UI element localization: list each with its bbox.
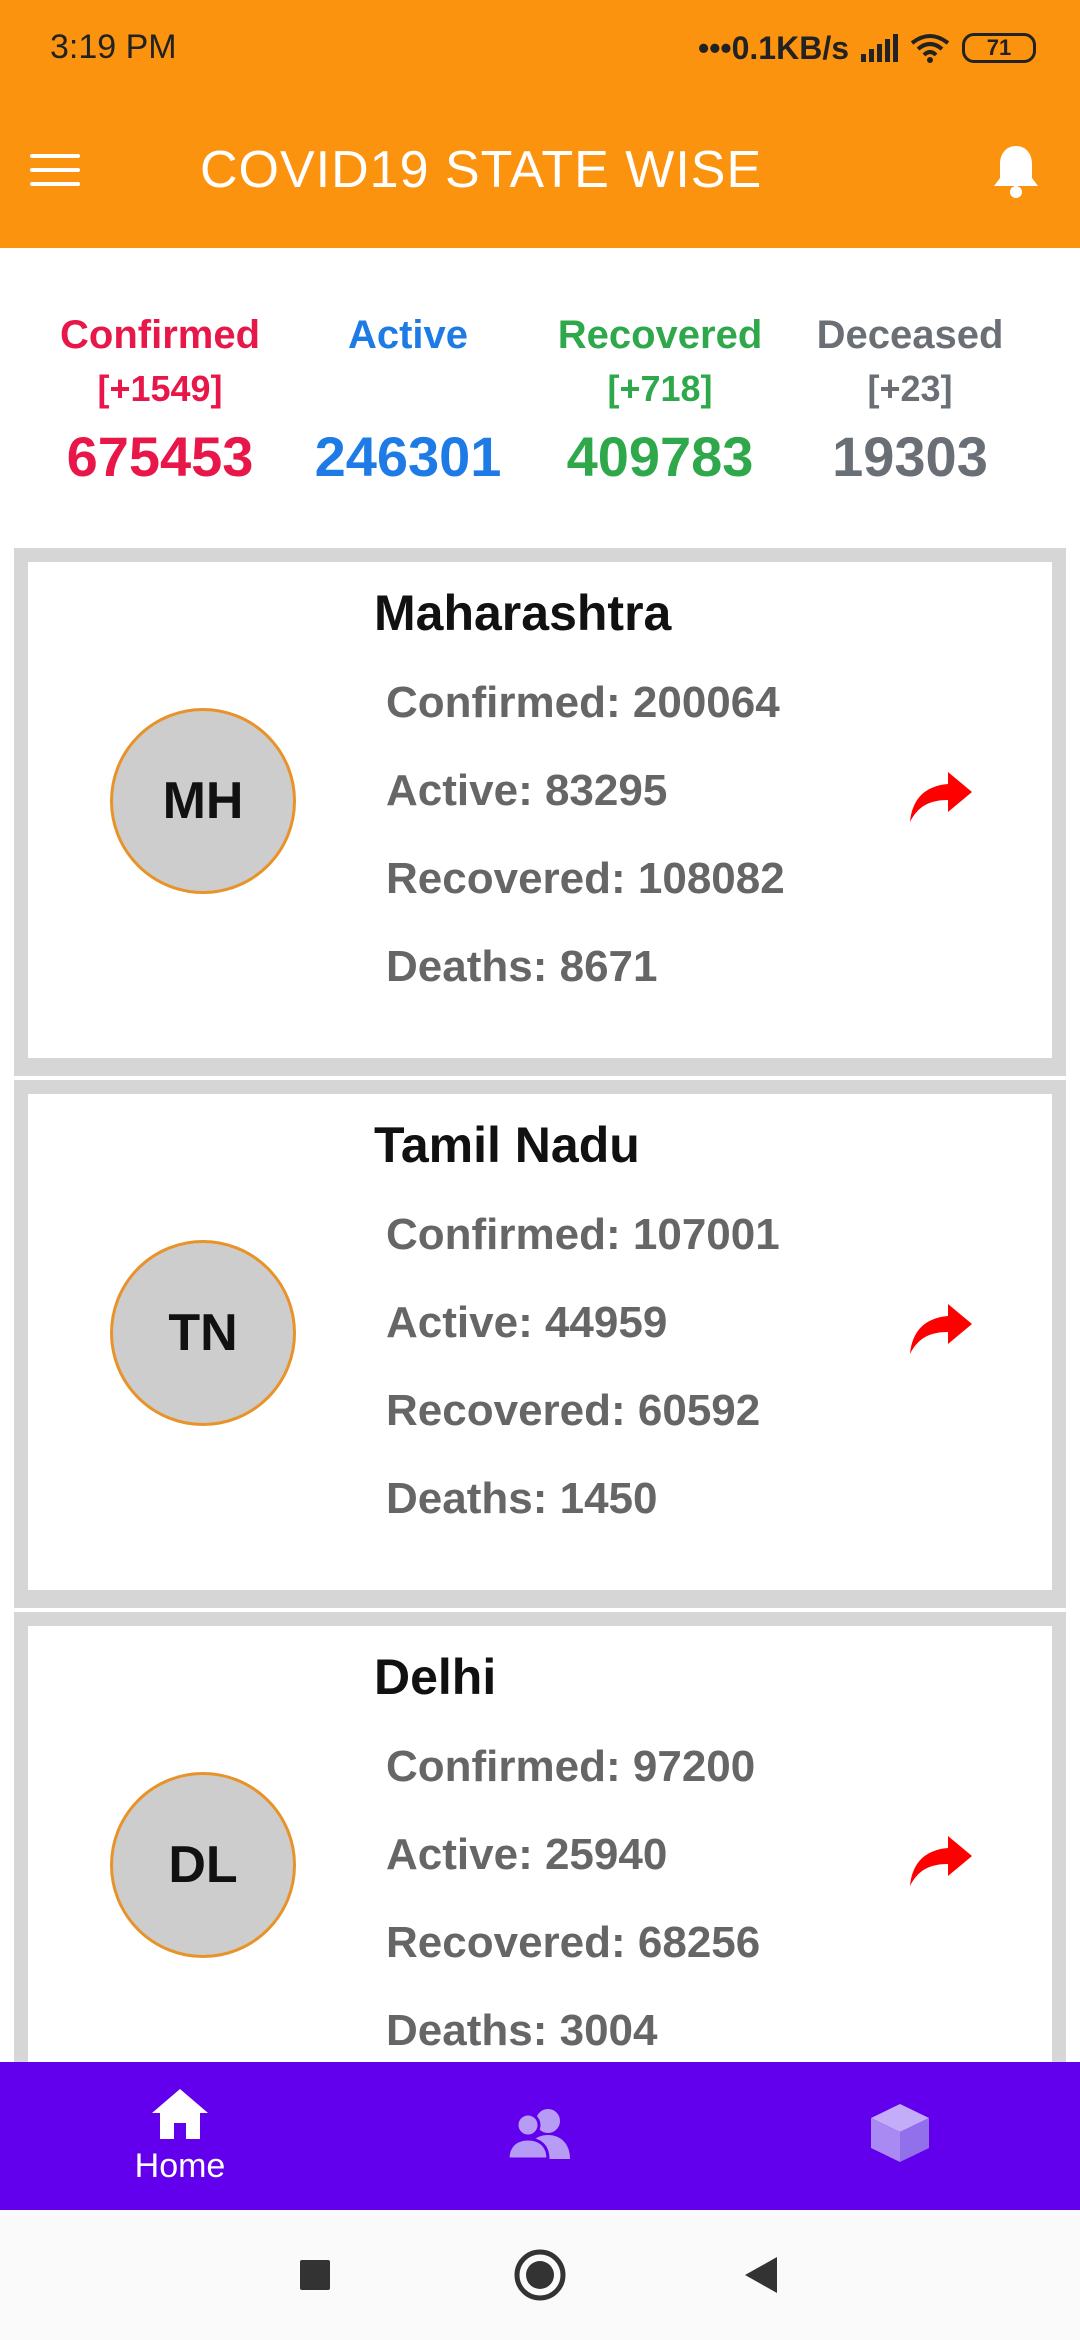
summary-label: Deceased — [816, 313, 1004, 357]
summary-label: Recovered — [557, 313, 763, 357]
state-deaths: Deaths: 8671 — [386, 942, 658, 991]
status-time: 3:19 PM — [50, 28, 177, 66]
signal-icon — [861, 34, 898, 62]
state-code-avatar: MH — [110, 708, 296, 894]
share-arrow-icon[interactable] — [908, 770, 974, 824]
state-name: Tamil Nadu — [374, 1117, 640, 1173]
state-deaths: Deaths: 3004 — [386, 2006, 658, 2055]
summary-delta — [293, 362, 523, 416]
summary-confirmed: Confirmed [+1549] 675453 — [45, 308, 275, 492]
summary-label: Confirmed — [60, 313, 260, 357]
bell-icon[interactable] — [990, 142, 1042, 200]
menu-icon[interactable] — [30, 154, 80, 188]
state-active: Active: 25940 — [386, 1830, 668, 1879]
state-active: Active: 44959 — [386, 1298, 668, 1347]
state-card-wrapper: Tamil Nadu TN Confirmed: 107001 Active: … — [14, 1080, 1066, 1608]
back-button[interactable] — [700, 2210, 820, 2340]
home-icon — [152, 2088, 208, 2139]
nav-item-home[interactable]: Home — [0, 2062, 360, 2210]
summary-delta: [+718] — [607, 368, 713, 409]
cube-icon — [871, 2104, 929, 2162]
square-icon — [300, 2260, 330, 2290]
circle-icon — [514, 2249, 566, 2301]
state-recovered: Recovered: 60592 — [386, 1386, 761, 1435]
system-navigation-bar — [0, 2210, 1080, 2340]
back-triangle-icon — [745, 2257, 777, 2293]
bottom-navigation: Home — [0, 2062, 1080, 2210]
summary-active: Active 246301 — [293, 308, 523, 492]
top-bar: 3:19 PM •••0.1KB/s 71 COVID19 STATE WISE — [0, 0, 1080, 248]
state-card[interactable]: Delhi DL Confirmed: 97200 Active: 25940 … — [28, 1626, 1052, 2062]
share-arrow-icon[interactable] — [908, 1834, 974, 1888]
state-recovered: Recovered: 68256 — [386, 1918, 761, 1967]
summary-value: 19303 — [832, 425, 988, 488]
state-list[interactable]: Maharashtra MH Confirmed: 200064 Active:… — [14, 548, 1066, 2062]
state-card[interactable]: Maharashtra MH Confirmed: 200064 Active:… — [28, 562, 1052, 1058]
nav-label-home: Home — [134, 2146, 226, 2185]
state-deaths: Deaths: 1450 — [386, 1474, 658, 1523]
status-bar: 3:19 PM •••0.1KB/s 71 — [0, 0, 1080, 98]
summary-recovered: Recovered [+718] 409783 — [545, 308, 775, 492]
app-title: COVID19 STATE WISE — [200, 141, 763, 199]
state-recovered: Recovered: 108082 — [386, 854, 785, 903]
share-arrow-icon[interactable] — [908, 1302, 974, 1356]
summary-delta: [+1549] — [97, 368, 223, 409]
battery-icon: 71 — [962, 33, 1036, 63]
summary-value: 409783 — [566, 425, 754, 488]
state-code-avatar: DL — [110, 1772, 296, 1958]
home-button[interactable] — [480, 2210, 600, 2340]
state-confirmed: Confirmed: 107001 — [386, 1210, 780, 1259]
state-code-avatar: TN — [110, 1240, 296, 1426]
people-icon — [508, 2109, 570, 2161]
nav-item-people[interactable] — [360, 2062, 720, 2210]
state-card-wrapper: Maharashtra MH Confirmed: 200064 Active:… — [14, 548, 1066, 1076]
summary-section: Confirmed [+1549] 675453 Active 246301 R… — [0, 248, 1080, 538]
nav-item-cube[interactable] — [720, 2062, 1080, 2210]
summary-value: 675453 — [66, 425, 254, 488]
state-name: Delhi — [374, 1649, 497, 1705]
state-card-wrapper: Delhi DL Confirmed: 97200 Active: 25940 … — [14, 1612, 1066, 2062]
summary-deceased: Deceased [+23] 19303 — [795, 308, 1025, 492]
app-bar: COVID19 STATE WISE — [0, 98, 1080, 248]
state-card[interactable]: Tamil Nadu TN Confirmed: 107001 Active: … — [28, 1094, 1052, 1590]
network-speed: •••0.1KB/s — [698, 29, 849, 66]
summary-delta: [+23] — [867, 368, 953, 409]
recent-apps-button[interactable] — [255, 2210, 375, 2340]
summary-value: 246301 — [314, 425, 502, 488]
state-active: Active: 83295 — [386, 766, 668, 815]
state-confirmed: Confirmed: 97200 — [386, 1742, 756, 1791]
state-confirmed: Confirmed: 200064 — [386, 678, 780, 727]
state-name: Maharashtra — [374, 585, 672, 641]
wifi-icon — [910, 34, 950, 63]
summary-label: Active — [347, 313, 469, 357]
status-right: •••0.1KB/s 71 — [698, 26, 1036, 70]
